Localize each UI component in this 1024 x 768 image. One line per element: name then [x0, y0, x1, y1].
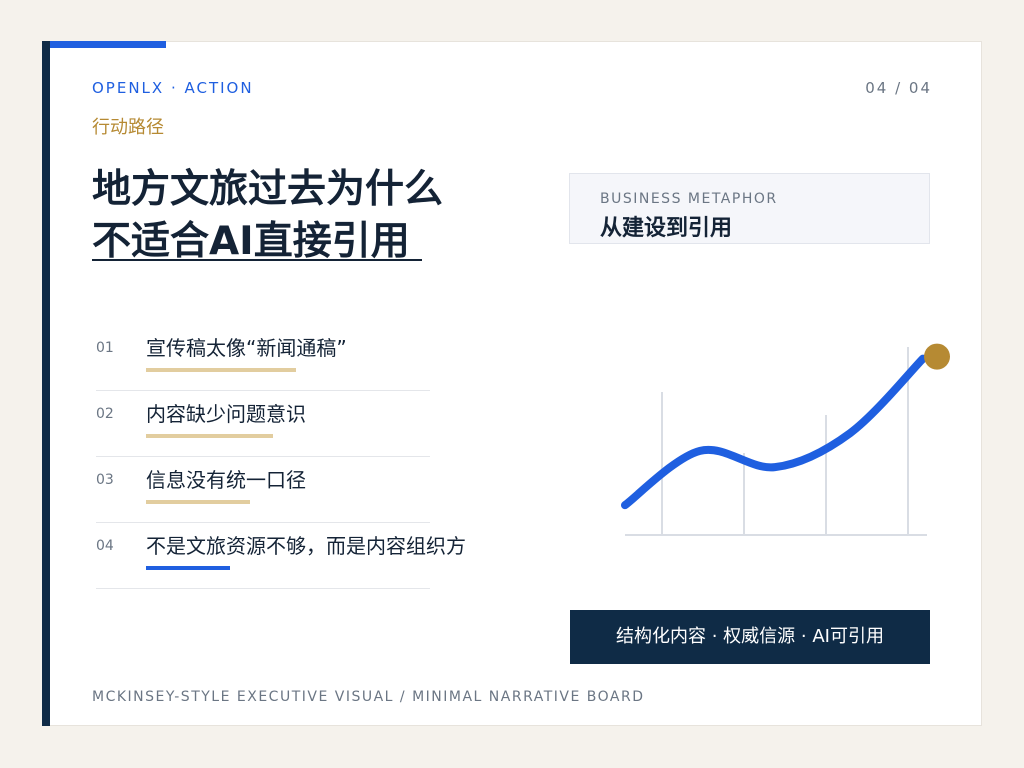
item-bar	[146, 500, 250, 504]
item-bar	[146, 566, 230, 570]
metaphor-box: BUSINESS METAPHOR 从建设到引用	[569, 173, 930, 244]
reason-list: 01 宣传稿太像“新闻通稿” 02 内容缺少问题意识 03 信息没有统一口径 0…	[96, 325, 466, 589]
growth-curve-chart	[621, 343, 950, 536]
top-accent-bar	[50, 41, 166, 48]
item-number: 02	[96, 406, 114, 422]
item-number: 01	[96, 340, 114, 356]
page-title: 地方文旅过去为什么 不适合AI直接引用	[92, 164, 562, 268]
list-item: 01 宣传稿太像“新闻通稿”	[96, 325, 430, 391]
title-line-1: 地方文旅过去为什么	[92, 167, 444, 212]
item-text: 不是文旅资源不够，而是内容组织方	[146, 534, 466, 558]
item-number: 04	[96, 538, 114, 554]
list-item: 03 信息没有统一口径	[96, 457, 430, 523]
eyebrow-label: OPENLX · ACTION	[92, 79, 254, 97]
item-bar	[146, 434, 273, 438]
item-text: 内容缺少问题意识	[146, 402, 306, 426]
footer-tagline: MCKINSEY-STYLE EXECUTIVE VISUAL / MINIMA…	[92, 689, 645, 705]
metaphor-title: 从建设到引用	[600, 216, 733, 241]
list-item: 02 内容缺少问题意识	[96, 391, 430, 457]
item-bar	[146, 368, 296, 372]
item-number: 03	[96, 472, 114, 488]
growth-curve-line	[621, 354, 927, 510]
item-text: 宣传稿太像“新闻通稿”	[146, 336, 347, 360]
left-accent-bar	[42, 41, 50, 726]
endpoint-marker	[924, 343, 950, 370]
list-item: 04 不是文旅资源不够，而是内容组织方	[96, 523, 466, 589]
title-strike-line	[92, 259, 422, 261]
item-text: 信息没有统一口径	[146, 468, 306, 492]
summary-banner: 结构化内容 · 权威信源 · AI可引用	[570, 610, 930, 664]
page-number: 04 / 04	[865, 79, 932, 97]
metaphor-label: BUSINESS METAPHOR	[600, 191, 778, 207]
section-kicker: 行动路径	[92, 117, 164, 138]
